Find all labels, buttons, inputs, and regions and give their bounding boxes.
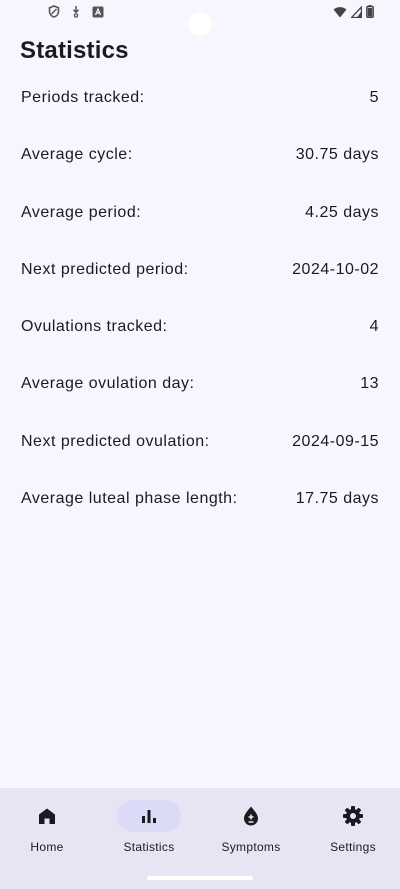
nav-label: Settings bbox=[330, 840, 376, 854]
stat-label: Next predicted ovulation: bbox=[21, 432, 210, 450]
stat-row-average-cycle: Average cycle: 30.75 days bbox=[21, 145, 379, 165]
nav-pill-active bbox=[117, 800, 181, 832]
nav-item-symptoms[interactable]: Symptoms bbox=[201, 800, 301, 860]
wifi-icon bbox=[333, 6, 347, 17]
nav-pill bbox=[219, 800, 283, 832]
nav-label: Home bbox=[30, 840, 64, 854]
nav-label: Statistics bbox=[123, 840, 175, 854]
stat-value: 30.75 days bbox=[295, 146, 379, 164]
nav-item-home[interactable]: Home bbox=[0, 800, 97, 860]
status-bar bbox=[0, 0, 400, 36]
statistics-list: Periods tracked: 5 Average cycle: 30.75 … bbox=[21, 88, 379, 546]
page-title: Statistics bbox=[20, 37, 129, 64]
nav-pill bbox=[15, 800, 79, 832]
gesture-handle[interactable] bbox=[147, 876, 253, 880]
gear-icon bbox=[343, 806, 363, 826]
stat-label: Ovulations tracked: bbox=[21, 318, 168, 336]
stat-label: Average cycle: bbox=[21, 146, 133, 164]
stat-label: Average luteal phase length: bbox=[21, 490, 238, 508]
status-system-icons bbox=[333, 5, 374, 18]
status-notifications bbox=[48, 5, 104, 18]
stat-row-periods-tracked: Periods tracked: 5 bbox=[21, 88, 379, 108]
nav-item-statistics[interactable]: Statistics bbox=[99, 800, 199, 860]
stat-value: 17.75 days bbox=[295, 490, 379, 508]
stat-label: Next predicted period: bbox=[21, 260, 189, 278]
stat-label: Periods tracked: bbox=[21, 89, 145, 106]
stat-row-average-luteal-phase-length: Average luteal phase length: 17.75 days bbox=[21, 489, 379, 509]
stat-row-ovulations-tracked: Ovulations tracked: 4 bbox=[21, 317, 379, 337]
stat-value: 2024-09-15 bbox=[292, 432, 379, 450]
bottom-navigation: Home Statistics Symptoms Settings bbox=[0, 788, 400, 889]
home-icon bbox=[39, 808, 55, 824]
stat-label: Average period: bbox=[21, 203, 142, 221]
nav-pill bbox=[321, 800, 385, 832]
camera-cutout bbox=[188, 12, 212, 36]
nav-label: Symptoms bbox=[221, 840, 281, 854]
battery-icon bbox=[366, 5, 374, 18]
stat-row-average-period: Average period: 4.25 days bbox=[21, 203, 379, 223]
bar-chart-icon bbox=[142, 810, 156, 823]
stat-row-average-ovulation-day: Average ovulation day: 13 bbox=[21, 374, 379, 394]
stat-value: 4 bbox=[369, 318, 379, 336]
drop-plus-minus-icon bbox=[244, 806, 258, 826]
font-badge-icon bbox=[92, 6, 104, 17]
nav-item-settings[interactable]: Settings bbox=[303, 800, 400, 860]
stat-value: 2024-10-02 bbox=[292, 260, 379, 278]
stat-value: 5 bbox=[369, 89, 379, 106]
shield-icon bbox=[48, 5, 60, 18]
cellular-signal-icon bbox=[351, 5, 362, 18]
download-icon bbox=[72, 6, 80, 18]
stat-label: Average ovulation day: bbox=[21, 375, 195, 393]
stat-row-next-predicted-ovulation: Next predicted ovulation: 2024-09-15 bbox=[21, 432, 379, 452]
stat-row-next-predicted-period: Next predicted period: 2024-10-02 bbox=[21, 260, 379, 280]
stat-value: 13 bbox=[360, 375, 379, 393]
stat-value: 4.25 days bbox=[305, 203, 379, 221]
